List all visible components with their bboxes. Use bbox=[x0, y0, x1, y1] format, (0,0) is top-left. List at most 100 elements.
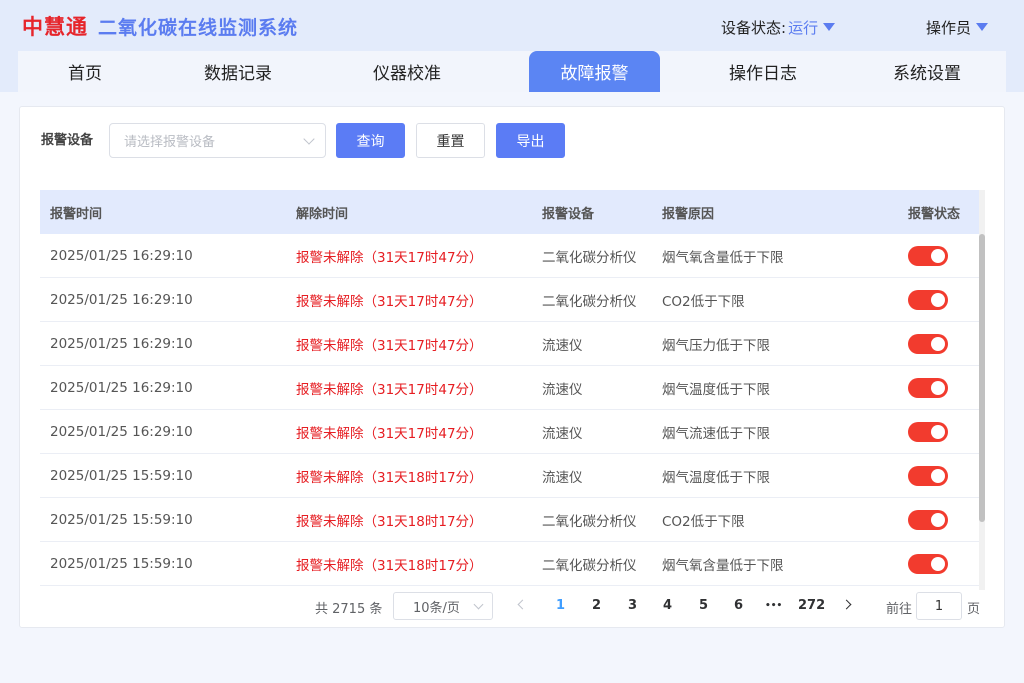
tab-calibration[interactable]: 仪器校准 bbox=[324, 51, 490, 92]
page-5[interactable]: 5 bbox=[699, 598, 708, 613]
total-count: 共 2715 条 bbox=[315, 602, 383, 617]
alarm-panel: 报警设备 请选择报警设备 查询 重置 导出 报警时间 解除时间 报警设备 报警原… bbox=[19, 106, 1005, 628]
alarm-device-select[interactable]: 请选择报警设备 bbox=[109, 123, 326, 158]
alarm-status-cell bbox=[898, 333, 979, 354]
goto-label: 前往 bbox=[886, 602, 913, 617]
table-scrollbar-thumb[interactable] bbox=[979, 234, 985, 522]
tab-home[interactable]: 首页 bbox=[18, 51, 152, 92]
alarm-status-cell bbox=[898, 509, 979, 530]
alarm-status-toggle[interactable] bbox=[908, 509, 948, 530]
table-header: 报警时间 解除时间 报警设备 报警原因 报警状态 bbox=[40, 190, 979, 234]
alarm-table: 报警时间 解除时间 报警设备 报警原因 报警状态 2025/01/25 16:2… bbox=[40, 190, 979, 586]
export-button[interactable]: 导出 bbox=[496, 123, 565, 158]
query-button[interactable]: 查询 bbox=[336, 123, 405, 158]
alarm-time-cell: 2025/01/25 16:29:10 bbox=[50, 423, 193, 440]
alarm-time-cell: 2025/01/25 15:59:10 bbox=[50, 467, 193, 484]
page-6[interactable]: 6 bbox=[734, 598, 743, 613]
alarm-status-cell bbox=[898, 553, 979, 574]
clear-time-cell: 报警未解除（31天17时47分） bbox=[296, 425, 483, 442]
alarm-device-cell: 流速仪 bbox=[542, 425, 583, 442]
clear-time-cell: 报警未解除（31天17时47分） bbox=[296, 293, 483, 310]
goto-page-input[interactable] bbox=[916, 592, 962, 620]
alarm-time-cell: 2025/01/25 16:29:10 bbox=[50, 247, 193, 264]
alarm-reason-cell: CO2低于下限 bbox=[662, 513, 745, 530]
toggle-knob bbox=[931, 556, 945, 571]
reset-button[interactable]: 重置 bbox=[416, 123, 485, 158]
alarm-reason-cell: 烟气氧含量低于下限 bbox=[662, 249, 784, 266]
alarm-device-cell: 流速仪 bbox=[542, 337, 583, 354]
alarm-device-cell: 流速仪 bbox=[542, 381, 583, 398]
toggle-knob bbox=[931, 468, 945, 483]
user-name: 操作员 bbox=[926, 18, 972, 37]
alarm-status-cell bbox=[898, 421, 979, 442]
tab-operation-log[interactable]: 操作日志 bbox=[678, 51, 848, 92]
column-alarm-device: 报警设备 bbox=[542, 206, 595, 222]
toggle-knob bbox=[931, 336, 945, 351]
table-row: 2025/01/25 16:29:10 报警未解除（31天17时47分） 流速仪 烟气… bbox=[40, 410, 979, 454]
alarm-status-cell bbox=[898, 465, 979, 486]
alarm-status-cell bbox=[898, 377, 979, 398]
page-3[interactable]: 3 bbox=[628, 598, 637, 613]
chevron-down-icon bbox=[473, 599, 484, 610]
caret-down-icon bbox=[823, 23, 836, 31]
tab-data-records[interactable]: 数据记录 bbox=[152, 51, 324, 92]
column-alarm-time: 报警时间 bbox=[50, 206, 103, 222]
alarm-status-toggle[interactable] bbox=[908, 377, 948, 398]
tab-system-settings[interactable]: 系统设置 bbox=[848, 51, 1006, 92]
alarm-time-cell: 2025/01/25 16:29:10 bbox=[50, 291, 193, 308]
caret-down-icon bbox=[976, 23, 989, 31]
alarm-device-cell: 二氧化碳分析仪 bbox=[542, 293, 637, 310]
alarm-reason-cell: CO2低于下限 bbox=[662, 293, 745, 310]
prev-page-icon[interactable] bbox=[517, 599, 528, 610]
device-status-dropdown[interactable]: 运行 bbox=[788, 17, 836, 38]
table-row: 2025/01/25 15:59:10 报警未解除（31天18时17分） 二氧化碳分… bbox=[40, 542, 979, 586]
alarm-status-toggle[interactable] bbox=[908, 553, 948, 574]
page-2[interactable]: 2 bbox=[592, 598, 601, 613]
table-row: 2025/01/25 16:29:10 报警未解除（31天17时47分） 流速仪 烟气… bbox=[40, 366, 979, 410]
clear-time-cell: 报警未解除（31天18时17分） bbox=[296, 513, 483, 530]
alarm-status-toggle[interactable] bbox=[908, 333, 948, 354]
clear-time-cell: 报警未解除（31天18时17分） bbox=[296, 469, 483, 486]
page-size-select[interactable]: 10条/页 bbox=[393, 592, 493, 620]
user-menu[interactable]: 操作员 bbox=[926, 16, 989, 38]
alarm-reason-cell: 烟气氧含量低于下限 bbox=[662, 557, 784, 574]
alarm-device-cell: 二氧化碳分析仪 bbox=[542, 513, 637, 530]
clear-time-cell: 报警未解除（31天17时47分） bbox=[296, 337, 483, 354]
table-row: 2025/01/25 15:59:10 报警未解除（31天18时17分） 二氧化碳分… bbox=[40, 498, 979, 542]
alarm-status-toggle[interactable] bbox=[908, 245, 948, 266]
goto-unit: 页 bbox=[967, 602, 981, 617]
toggle-knob bbox=[931, 292, 945, 307]
more-pages-icon[interactable]: ••• bbox=[765, 601, 782, 611]
alarm-device-placeholder: 请选择报警设备 bbox=[124, 135, 216, 150]
alarm-reason-cell: 烟气流速低于下限 bbox=[662, 425, 770, 442]
alarm-status-toggle[interactable] bbox=[908, 421, 948, 442]
table-row: 2025/01/25 15:59:10 报警未解除（31天18时17分） 流速仪 烟气… bbox=[40, 454, 979, 498]
page-4[interactable]: 4 bbox=[663, 598, 672, 613]
tab-fault-alarm[interactable]: 故障报警 bbox=[529, 51, 660, 92]
clear-time-cell: 报警未解除（31天17时47分） bbox=[296, 381, 483, 398]
alarm-status-toggle[interactable] bbox=[908, 289, 948, 310]
table-body: 2025/01/25 16:29:10 报警未解除（31天17时47分） 二氧化碳分… bbox=[40, 234, 979, 586]
alarm-status-cell bbox=[898, 289, 979, 310]
column-alarm-status: 报警状态 bbox=[908, 206, 961, 222]
toggle-knob bbox=[931, 248, 945, 263]
page-size-value: 10条/页 bbox=[413, 600, 460, 616]
brand-logo-text: 中慧通 bbox=[22, 15, 88, 39]
alarm-time-cell: 2025/01/25 16:29:10 bbox=[50, 335, 193, 352]
next-page-icon[interactable] bbox=[841, 599, 852, 610]
system-title: 二氧化碳在线监测系统 bbox=[98, 16, 299, 39]
alarm-reason-cell: 烟气温度低于下限 bbox=[662, 381, 770, 398]
page-last[interactable]: 272 bbox=[798, 598, 825, 613]
device-status-label: 设备状态: bbox=[721, 18, 787, 37]
chevron-down-icon bbox=[303, 133, 315, 145]
column-clear-time: 解除时间 bbox=[296, 206, 349, 222]
alarm-device-label: 报警设备 bbox=[41, 133, 94, 148]
toggle-knob bbox=[931, 380, 945, 395]
alarm-time-cell: 2025/01/25 15:59:10 bbox=[50, 555, 193, 572]
page-1[interactable]: 1 bbox=[556, 598, 565, 613]
alarm-status-toggle[interactable] bbox=[908, 465, 948, 486]
table-row: 2025/01/25 16:29:10 报警未解除（31天17时47分） 二氧化碳分… bbox=[40, 234, 979, 278]
toggle-knob bbox=[931, 512, 945, 527]
main-nav: 首页 数据记录 仪器校准 故障报警 操作日志 系统设置 bbox=[18, 51, 1006, 92]
device-status-value: 运行 bbox=[788, 18, 819, 37]
